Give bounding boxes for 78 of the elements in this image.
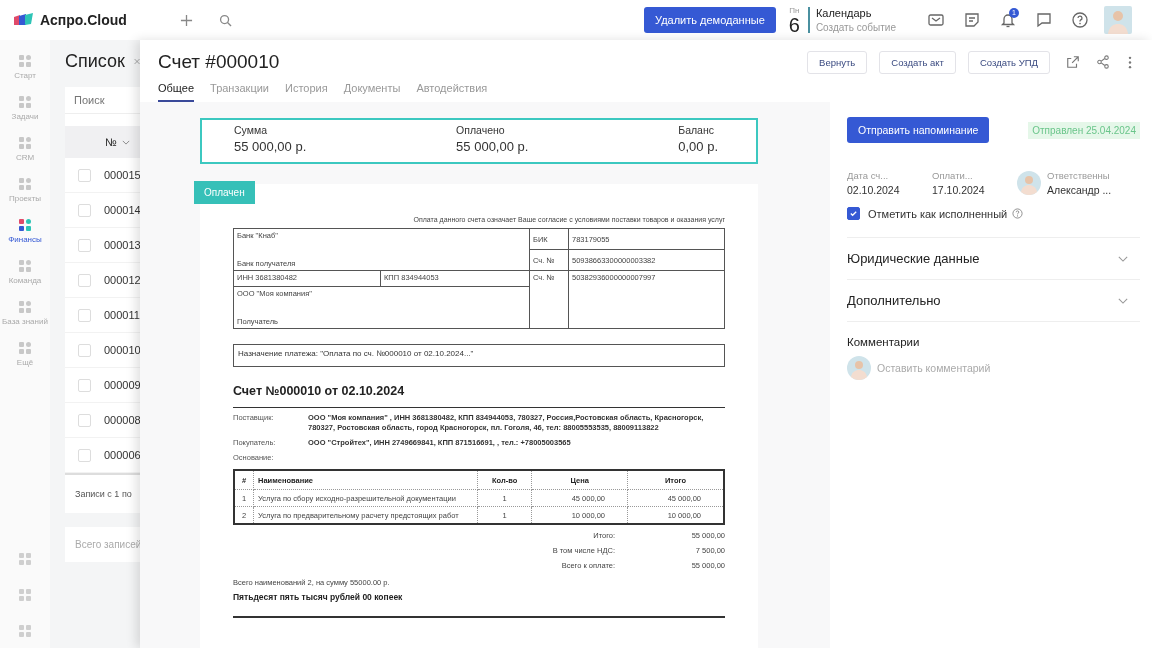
column-header[interactable]: № (105, 136, 117, 148)
check-icon (849, 209, 858, 218)
delete-demo-button[interactable]: Удалить демоданные (644, 7, 776, 33)
action-button[interactable]: Вернуть (807, 50, 868, 74)
table-cell[interactable]: 000013 (104, 239, 140, 251)
help-icon[interactable] (1071, 11, 1089, 29)
summary-label: Сумма (234, 124, 268, 136)
row-checkbox[interactable] (78, 378, 91, 392)
chevron-down-icon[interactable] (121, 139, 130, 145)
weekday: Пн (789, 5, 800, 15)
action-button[interactable]: Создать акт (879, 50, 956, 74)
section-header[interactable]: Юридические данные (847, 238, 1140, 280)
plus-icon[interactable] (179, 13, 193, 27)
table-cell[interactable]: 000015 (104, 169, 140, 181)
app-logo[interactable]: Аспро.Cloud (40, 12, 127, 28)
payment-purpose: Назначение платежа: "Оплата по сч. №000010 от 02.10.2024..." (233, 344, 725, 367)
total-text: Всего записей (65, 527, 140, 562)
status-ribbon: Оплачен (194, 181, 255, 204)
field-value: Александр ... (1047, 184, 1112, 196)
field-label: Дата сч... (847, 170, 890, 181)
row-checkbox[interactable] (78, 238, 91, 252)
field-value: 17.10.2024 (932, 184, 985, 196)
calendar-link[interactable]: Календарь (815, 7, 896, 19)
summary-label: Оплачено (456, 124, 506, 136)
row-checkbox[interactable] (78, 413, 91, 427)
table-cell[interactable]: 000010 (104, 344, 140, 356)
avatar[interactable] (1104, 6, 1132, 34)
chevron-down-icon[interactable] (1118, 297, 1128, 304)
row-checkbox[interactable] (78, 343, 91, 357)
table-cell[interactable]: 000008 (104, 414, 140, 426)
help-icon[interactable] (1012, 208, 1024, 219)
field-value: 02.10.2024 (847, 184, 900, 196)
summary-value: 55 000,00 р. (456, 139, 530, 154)
field-label: Оплати... (932, 170, 974, 181)
action-button[interactable]: Создать УПД (967, 50, 1050, 74)
chevron-down-icon[interactable] (1118, 255, 1128, 262)
amount-in-words: Пятьдесят пять тысяч рублей 00 копеек (233, 592, 404, 602)
send-reminder-button[interactable]: Отправить напоминание (847, 117, 990, 143)
avatar (1017, 171, 1041, 195)
summary-label: Баланс (678, 124, 715, 136)
search-icon[interactable] (218, 13, 232, 27)
close-icon[interactable] (133, 56, 140, 66)
table-cell[interactable]: 000009 (104, 379, 140, 391)
section-header[interactable]: Дополнительно (847, 280, 1140, 322)
list-title: Список (65, 50, 125, 72)
more-icon[interactable] (1128, 55, 1132, 69)
section-title[interactable]: Дополнительно (847, 293, 941, 308)
day-number: 6 (788, 14, 800, 35)
chat-icon[interactable] (1035, 11, 1053, 29)
row-checkbox[interactable] (78, 308, 91, 322)
row-checkbox[interactable] (78, 168, 91, 182)
note-icon[interactable] (963, 11, 981, 29)
table-cell[interactable]: 000014 (104, 204, 140, 216)
logo-icon (12, 13, 34, 27)
checkbox-label[interactable]: Отметить как исполненный (868, 207, 1008, 220)
external-link-icon[interactable] (1066, 55, 1080, 69)
field-label: Ответственны (1047, 170, 1111, 181)
comment-field[interactable]: Оставить комментарий (877, 362, 1077, 374)
share-icon[interactable] (1096, 55, 1110, 69)
bell-icon[interactable] (999, 11, 1017, 29)
row-checkbox[interactable] (78, 273, 91, 287)
checkbox[interactable] (847, 207, 860, 220)
table-cell[interactable]: 000006 (104, 449, 140, 461)
summary-value: 0,00 р. (678, 139, 718, 154)
row-checkbox[interactable] (78, 203, 91, 217)
invoice-title: Счет #000010 (158, 51, 280, 73)
comments-title: Комментарии (847, 336, 921, 348)
grid-icon[interactable] (18, 218, 32, 232)
sent-status: Отправлен 25.04.2024 (1028, 121, 1140, 139)
summary-value: 55 000,00 р. (234, 139, 308, 154)
document-heading: Счет №000010 от 02.10.2024 (233, 384, 406, 398)
section-title[interactable]: Юридические данные (847, 251, 980, 266)
table-cell[interactable]: 000012 (104, 274, 140, 286)
nav-item[interactable]: Финансы (2, 218, 48, 244)
avatar (847, 356, 871, 380)
table-cell[interactable]: 000011 (104, 309, 140, 321)
row-checkbox[interactable] (78, 448, 91, 462)
mail-icon[interactable] (927, 11, 945, 29)
